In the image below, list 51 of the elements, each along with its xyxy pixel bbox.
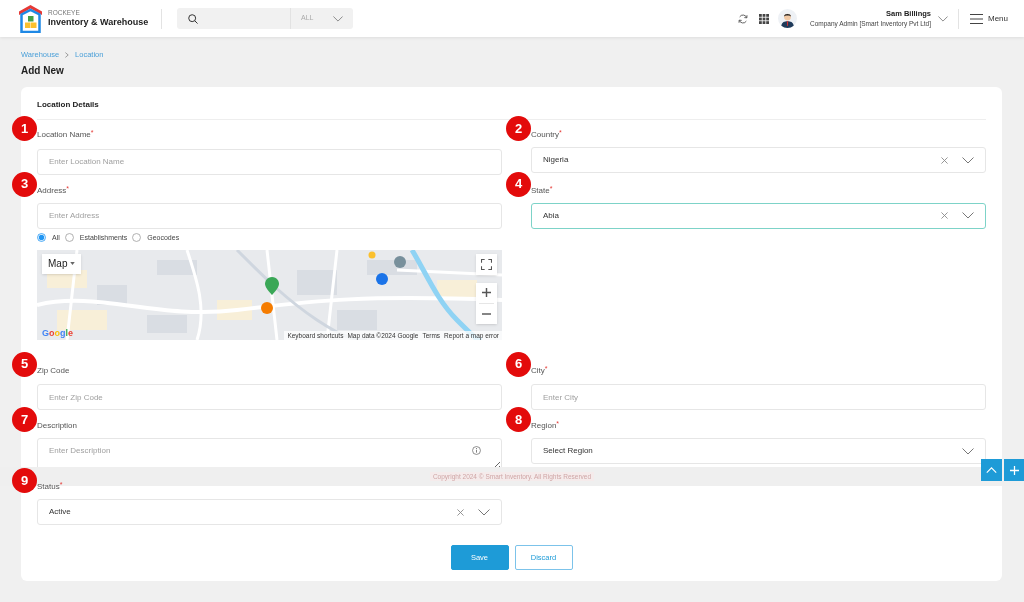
fullscreen-icon [481, 258, 492, 270]
chevron-down-icon [333, 15, 343, 22]
map-logo: Google [42, 327, 74, 339]
search-icon [188, 13, 198, 24]
user-menu-chevron-icon [938, 15, 948, 22]
hamburger-icon [970, 13, 983, 24]
section-title: Location Details [37, 99, 99, 111]
page-title: Add New [21, 64, 64, 77]
brand-name: Inventory & Warehouse [48, 17, 149, 28]
add-button[interactable] [1004, 459, 1024, 481]
number-badge: 2 [506, 116, 531, 141]
menu-button[interactable]: Menu [970, 12, 1008, 25]
plus-icon [1009, 465, 1019, 475]
select-dropdown[interactable]: Nigeria [531, 147, 986, 173]
clear-icon[interactable] [941, 212, 948, 219]
refresh-icon[interactable] [737, 13, 748, 24]
chevron-down-icon [962, 447, 974, 455]
minus-icon [482, 312, 491, 315]
clear-icon[interactable] [457, 508, 464, 516]
avatar-icon[interactable] [777, 9, 797, 28]
text-input[interactable]: Enter Zip Code [37, 384, 502, 410]
number-badge: 1 [12, 116, 37, 141]
number-badge: 9 [12, 468, 37, 493]
info-icon[interactable] [472, 446, 481, 455]
scroll-top-button[interactable] [981, 459, 1002, 481]
text-input[interactable]: Enter City [531, 384, 986, 410]
field-label: Description [37, 420, 77, 432]
caret-icon [70, 262, 76, 265]
chevron-down-icon [962, 156, 974, 164]
address-input[interactable]: Enter Address [37, 202, 502, 229]
logo-icon [19, 4, 42, 33]
apps-grid-icon[interactable] [758, 13, 769, 24]
select-dropdown[interactable]: Active [37, 499, 502, 525]
fullscreen-button[interactable] [476, 253, 497, 275]
number-badge: 7 [12, 407, 37, 432]
text-input[interactable]: Enter Location Name [37, 148, 502, 175]
number-badge: 3 [12, 171, 37, 197]
map-type-button[interactable]: Map [42, 253, 82, 274]
chevron-down-icon [962, 212, 974, 219]
number-badge: 8 [506, 407, 531, 432]
chevron-down-icon [478, 508, 490, 516]
chevron-up-icon [986, 467, 997, 473]
select-dropdown[interactable]: Abia [531, 202, 986, 229]
number-badge: 5 [12, 351, 37, 377]
number-badge: 6 [506, 351, 531, 377]
plus-icon [482, 288, 491, 297]
number-badge: 4 [506, 171, 531, 197]
field-label: Zip Code [37, 364, 70, 377]
select-dropdown[interactable]: Select Region [531, 438, 986, 464]
clear-icon[interactable] [941, 156, 948, 164]
breadcrumb-separator-icon [65, 52, 70, 58]
